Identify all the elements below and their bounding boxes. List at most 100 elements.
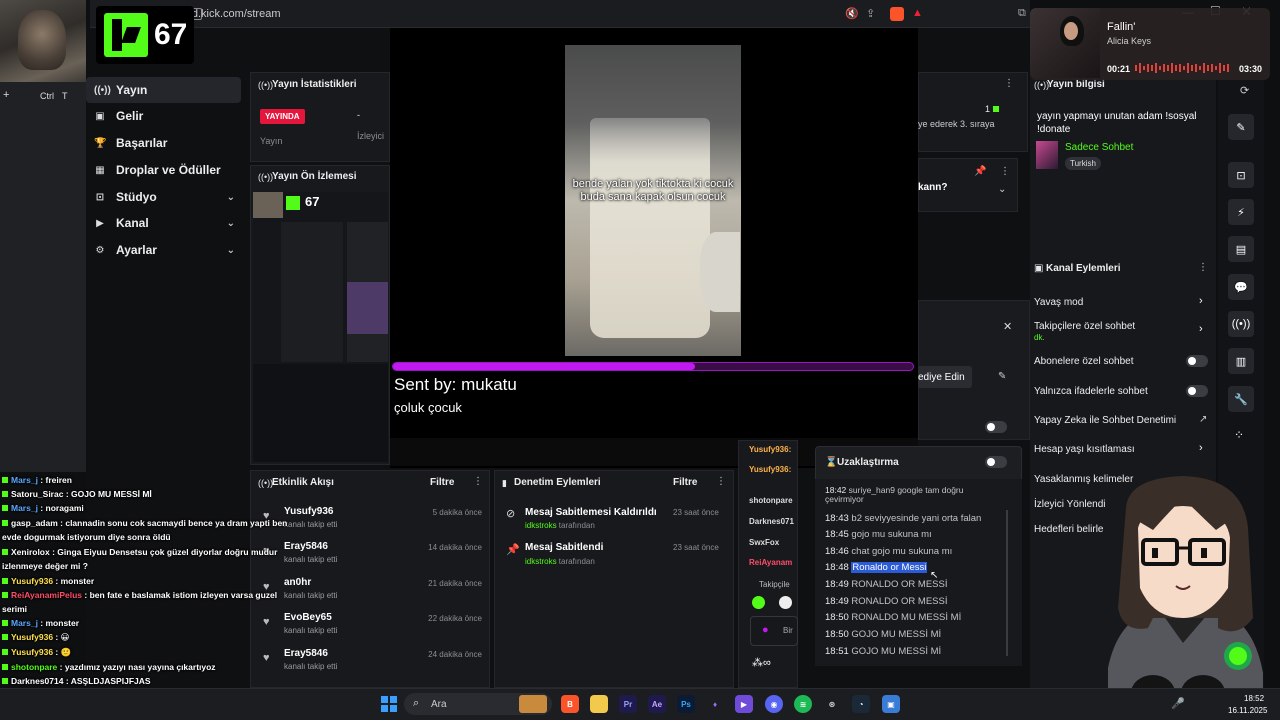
chat-user[interactable]: Yusufy936: bbox=[749, 445, 791, 454]
chat-user[interactable]: ReiAyanam bbox=[749, 558, 792, 567]
nav-item-kanal[interactable]: ▶ Kanal ⌄ bbox=[86, 210, 241, 236]
more-options-icon[interactable]: ⋮ bbox=[473, 476, 483, 487]
broadcast-icon[interactable]: ((•)) bbox=[1228, 311, 1254, 337]
search-highlight-icon[interactable] bbox=[519, 695, 547, 713]
activity-user[interactable]: Eray5846 bbox=[284, 541, 328, 552]
chat-user[interactable]: shotonpare bbox=[749, 496, 793, 505]
app-icon[interactable]: ⊛ bbox=[823, 695, 841, 713]
app-icon[interactable]: ♦ bbox=[706, 695, 724, 713]
chevron-right-icon[interactable]: › bbox=[1199, 295, 1203, 307]
activity-user[interactable]: an0hr bbox=[284, 577, 311, 588]
apps-icon[interactable]: ⁘ bbox=[1234, 428, 1244, 442]
more-options-icon[interactable]: ⋮ bbox=[1198, 262, 1208, 273]
activity-user[interactable]: Eray5846 bbox=[284, 648, 328, 659]
scrollbar[interactable] bbox=[1006, 510, 1008, 656]
mod-filter-button[interactable]: Filtre bbox=[673, 477, 697, 488]
chat-user[interactable]: SwxFox bbox=[749, 538, 779, 547]
msg-text-selected[interactable]: Ronaldo or Messi bbox=[851, 562, 928, 573]
more-options-icon[interactable]: ⋮ bbox=[1004, 78, 1014, 89]
extensions-icon[interactable]: ⧉ bbox=[1018, 7, 1026, 20]
chat-user[interactable]: Yusufy936: bbox=[749, 465, 791, 474]
steam-icon[interactable]: ◔ bbox=[852, 695, 870, 713]
chat-username[interactable]: Yusufy936 bbox=[11, 576, 53, 586]
premiere-icon[interactable]: Pr bbox=[619, 695, 637, 713]
more-options-icon[interactable]: ⋮ bbox=[1000, 166, 1010, 177]
chat-username[interactable]: Yusufy936 bbox=[11, 632, 53, 642]
category-thumbnail[interactable] bbox=[1036, 141, 1058, 169]
lightning-icon[interactable]: ⚡ bbox=[1228, 199, 1254, 225]
chat-username[interactable]: Xenirolox bbox=[11, 547, 50, 557]
emote-icon[interactable] bbox=[779, 596, 792, 609]
chat-username[interactable]: gasp_adam bbox=[11, 518, 58, 528]
capture-icon[interactable]: ⊡ bbox=[1228, 162, 1254, 188]
share-icon[interactable]: ⇪ bbox=[866, 7, 875, 20]
chat-username[interactable]: shotonpare bbox=[11, 662, 57, 672]
app-icon[interactable]: ▣ bbox=[882, 695, 900, 713]
windows-start-icon[interactable] bbox=[381, 696, 397, 712]
rewards-icon[interactable]: ▲ bbox=[912, 7, 923, 19]
nav-item-yayin[interactable]: ((•)) Yayın bbox=[86, 77, 241, 103]
chat-username[interactable]: Yusufy936 bbox=[11, 647, 53, 657]
stream-preview-thumbnail[interactable]: 67 bbox=[253, 192, 388, 462]
clock-time[interactable]: 18:52 bbox=[1244, 694, 1264, 703]
chat-username[interactable]: Mars_j bbox=[11, 618, 38, 628]
timeout-toggle[interactable] bbox=[985, 456, 1007, 468]
discord-icon[interactable]: ◉ bbox=[765, 695, 783, 713]
category-name[interactable]: Sadece Sohbet bbox=[1065, 142, 1133, 153]
mod-user[interactable]: idkstroks bbox=[525, 557, 557, 566]
nav-item-droplar[interactable]: ▦ Droplar ve Ödüller bbox=[86, 157, 241, 183]
toggle-subscribers-only[interactable] bbox=[1186, 355, 1208, 367]
nav-item-studyo[interactable]: ⊡ Stüdyo ⌄ bbox=[86, 184, 241, 210]
refresh-icon[interactable]: ⟳ bbox=[1240, 84, 1249, 97]
gift-toggle[interactable] bbox=[985, 421, 1007, 433]
more-options-icon[interactable]: ⋮ bbox=[716, 476, 726, 487]
spotify-icon[interactable]: ≋ bbox=[794, 695, 812, 713]
action-ai-moderation[interactable]: Yapay Zeka ile Sohbet Denetimi bbox=[1034, 415, 1212, 426]
mod-user[interactable]: idkstroks bbox=[525, 521, 557, 530]
timeout-title: Uzaklaştırma bbox=[837, 457, 899, 468]
activity-user[interactable]: EvoBey65 bbox=[284, 612, 332, 623]
mute-icon[interactable]: 🔇 bbox=[845, 7, 859, 20]
layout-icon[interactable]: ▥ bbox=[1228, 348, 1254, 374]
pin-icon[interactable]: 📌 bbox=[974, 166, 986, 177]
wrench-icon[interactable]: 🔧 bbox=[1228, 386, 1254, 412]
brave-icon[interactable]: B bbox=[561, 695, 579, 713]
document-icon[interactable]: ▤ bbox=[1228, 236, 1254, 262]
clock-date[interactable]: 16.11.2025 bbox=[1228, 706, 1267, 715]
nav-item-basarilar[interactable]: 🏆 Başarılar bbox=[86, 130, 241, 156]
activity-filter-button[interactable]: Filtre bbox=[430, 477, 454, 488]
activity-user[interactable]: Yusufy936 bbox=[284, 506, 333, 517]
edit-icon[interactable]: ✎ bbox=[1228, 114, 1254, 140]
chat-bubble-icon[interactable]: 💬 bbox=[1228, 274, 1254, 300]
action-account-age[interactable]: Hesap yaşı kısıtlaması bbox=[1034, 444, 1212, 455]
stream-title-text[interactable]: yayın yapmayı unutan adam !sosyal !donat… bbox=[1037, 110, 1207, 136]
chat-username[interactable]: Mars_j bbox=[11, 503, 38, 513]
gift-edit-icon[interactable]: ✎ bbox=[998, 371, 1006, 382]
action-slow-mode[interactable]: Yavaş mod bbox=[1034, 297, 1212, 308]
mic-icon[interactable]: ● bbox=[762, 624, 769, 636]
app-icon[interactable]: ▶ bbox=[735, 695, 753, 713]
photoshop-icon[interactable]: Ps bbox=[677, 695, 695, 713]
gift-button[interactable]: ediye Edin bbox=[916, 366, 972, 388]
new-tab-icon[interactable]: + bbox=[3, 89, 9, 101]
microphone-icon[interactable]: 🎤 bbox=[1171, 697, 1185, 710]
toggle-emotes-only[interactable] bbox=[1186, 385, 1208, 397]
chat-user[interactable]: Darknes071 bbox=[749, 517, 794, 526]
file-explorer-icon[interactable] bbox=[590, 695, 608, 713]
chevron-right-icon[interactable]: › bbox=[1199, 442, 1203, 454]
close-icon[interactable]: ✕ bbox=[1003, 320, 1012, 333]
chat-username[interactable]: Mars_j bbox=[11, 475, 38, 485]
emote-icon[interactable] bbox=[752, 596, 765, 609]
action-followers-only[interactable]: Takipçilere özel sohbet dk. bbox=[1034, 321, 1212, 343]
nav-item-ayarlar[interactable]: ⚙ Ayarlar ⌄ bbox=[86, 237, 241, 263]
brave-shield-icon[interactable] bbox=[890, 7, 904, 21]
chat-username[interactable]: Satoru_Sirac bbox=[11, 489, 63, 499]
external-link-icon[interactable]: ↗ bbox=[1199, 414, 1207, 425]
chevron-down-icon[interactable]: ⌄ bbox=[998, 184, 1006, 195]
nav-item-gelir[interactable]: ▣ Gelir bbox=[86, 103, 241, 129]
after-effects-icon[interactable]: Ae bbox=[648, 695, 666, 713]
chevron-right-icon[interactable]: › bbox=[1199, 323, 1203, 335]
emote-picker-icon[interactable]: ⁂∞ bbox=[752, 656, 771, 669]
chat-username[interactable]: ReiAyanamiPelus bbox=[11, 590, 82, 600]
chat-username[interactable]: Darknes0714 bbox=[11, 676, 63, 686]
